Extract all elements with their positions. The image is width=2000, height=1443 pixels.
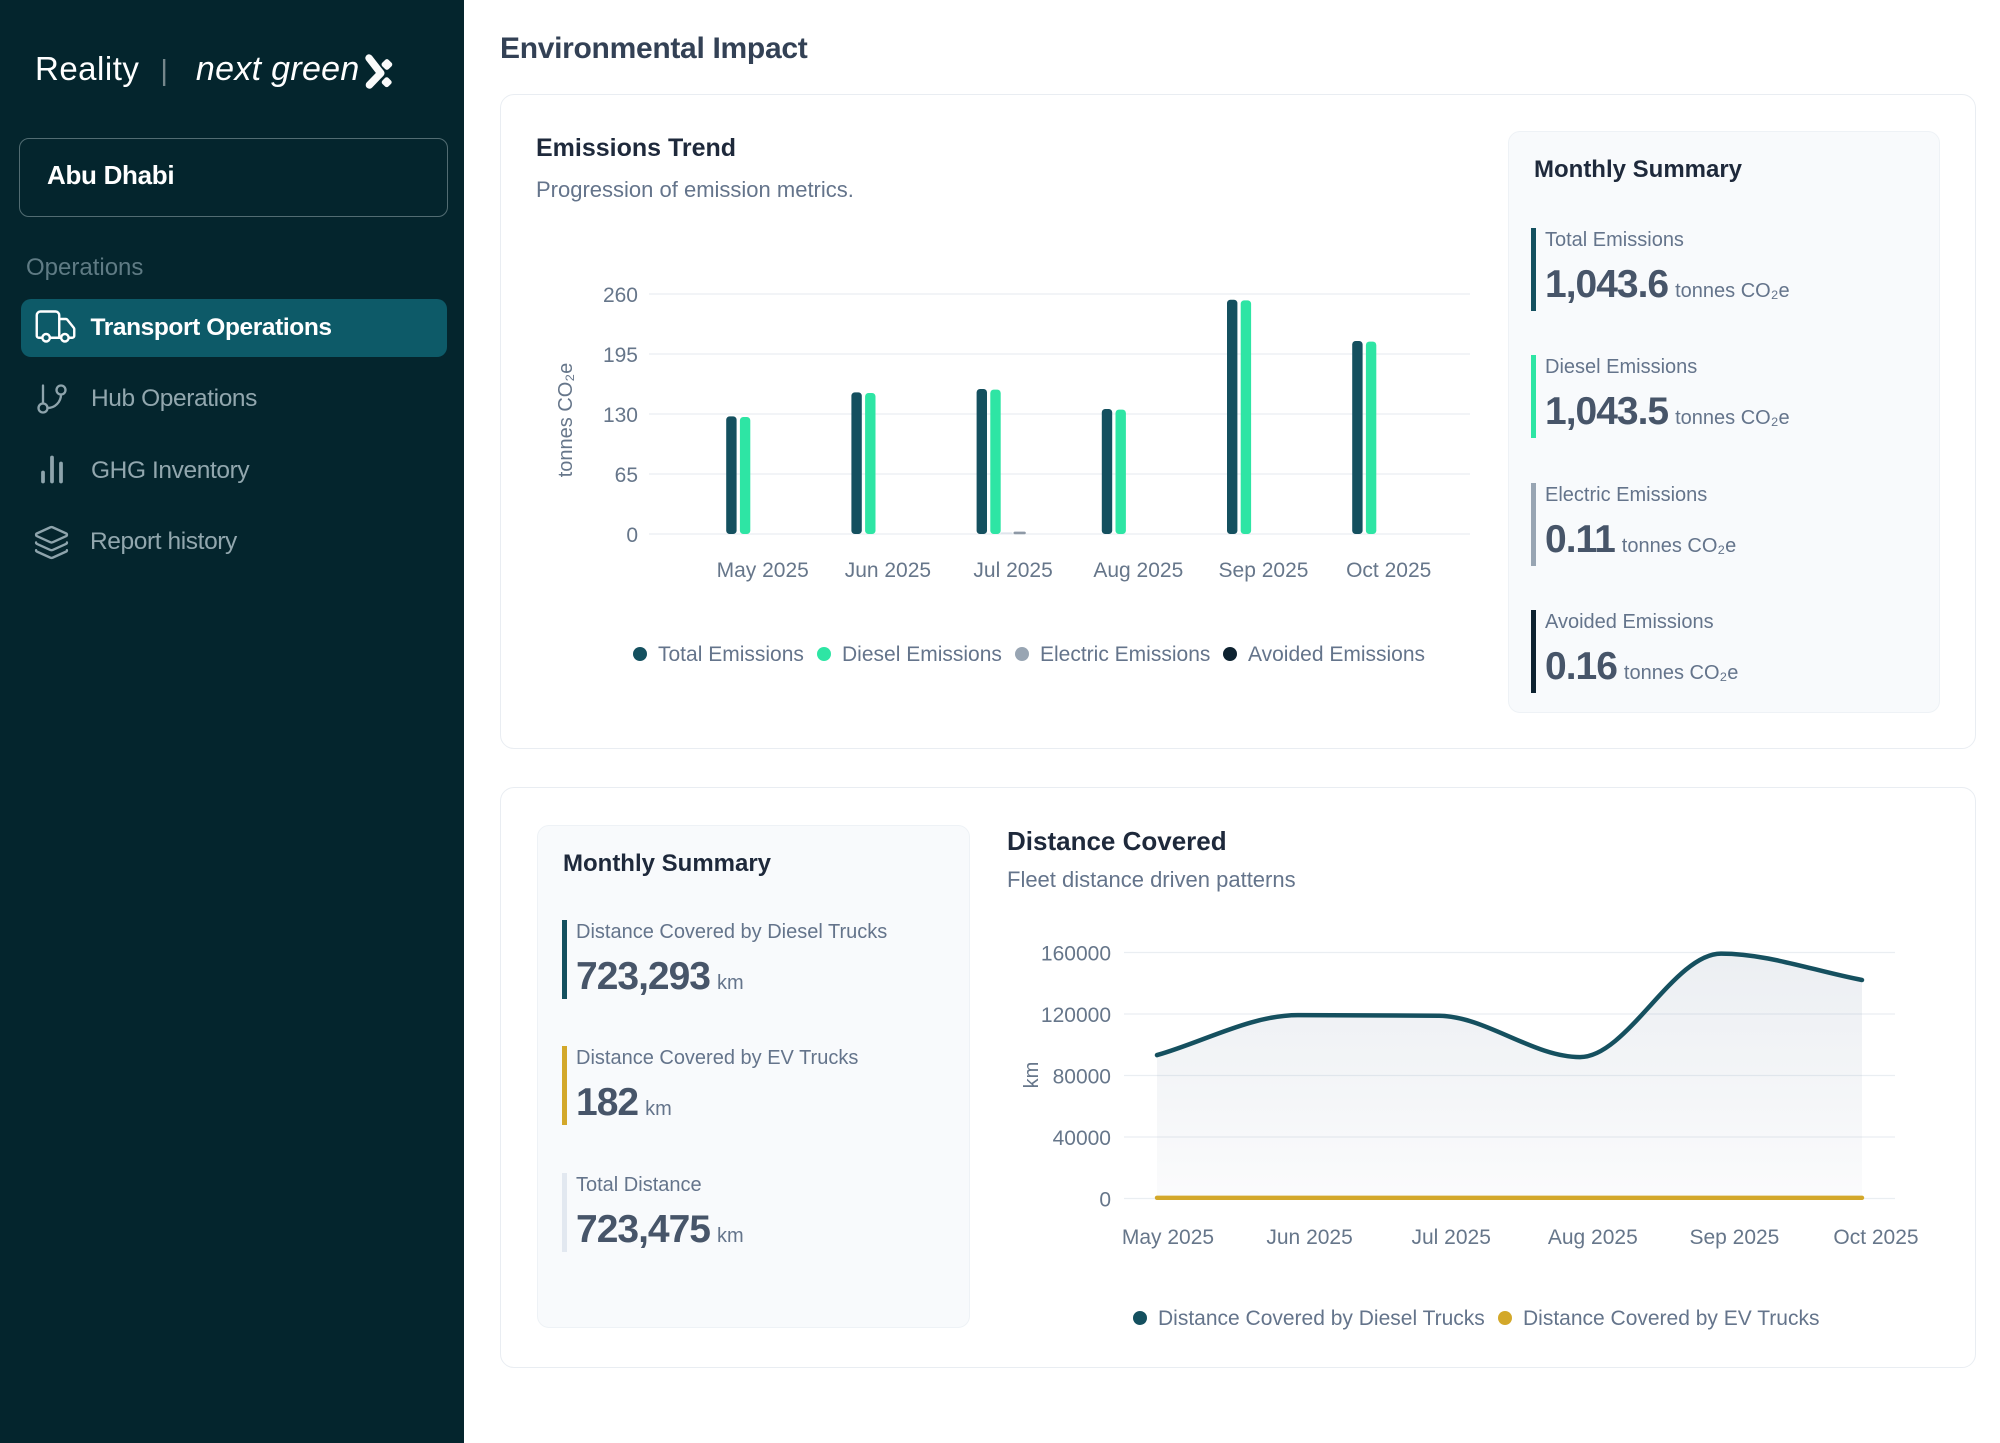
svg-text:195: 195 bbox=[603, 344, 638, 367]
svg-text:Jul 2025: Jul 2025 bbox=[973, 559, 1052, 582]
svg-text:Avoided Emissions: Avoided Emissions bbox=[1248, 643, 1425, 666]
svg-text:160000: 160000 bbox=[1041, 943, 1111, 966]
svg-text:65: 65 bbox=[615, 464, 638, 487]
svg-text:Oct 2025: Oct 2025 bbox=[1346, 559, 1431, 582]
svg-text:Sep 2025: Sep 2025 bbox=[1689, 1226, 1779, 1249]
svg-text:Oct 2025: Oct 2025 bbox=[1833, 1226, 1918, 1249]
svg-text:km: km bbox=[1021, 1062, 1043, 1089]
svg-text:Aug 2025: Aug 2025 bbox=[1093, 559, 1183, 582]
svg-text:Jul 2025: Jul 2025 bbox=[1411, 1226, 1490, 1249]
svg-text:May 2025: May 2025 bbox=[717, 559, 809, 582]
svg-text:0: 0 bbox=[626, 524, 638, 547]
svg-text:80000: 80000 bbox=[1053, 1066, 1111, 1089]
svg-text:Total Emissions: Total Emissions bbox=[658, 643, 804, 666]
svg-text:Jun 2025: Jun 2025 bbox=[845, 559, 931, 582]
svg-text:130: 130 bbox=[603, 404, 638, 427]
svg-text:Diesel Emissions: Diesel Emissions bbox=[842, 643, 1002, 666]
svg-text:Jun 2025: Jun 2025 bbox=[1266, 1226, 1352, 1249]
svg-text:260: 260 bbox=[603, 284, 638, 307]
svg-text:May 2025: May 2025 bbox=[1122, 1226, 1214, 1249]
svg-text:Electric Emissions: Electric Emissions bbox=[1040, 643, 1210, 666]
svg-text:Sep 2025: Sep 2025 bbox=[1219, 559, 1309, 582]
svg-text:120000: 120000 bbox=[1041, 1004, 1111, 1027]
svg-text:Aug 2025: Aug 2025 bbox=[1548, 1226, 1638, 1249]
svg-text:tonnes CO₂e: tonnes CO₂e bbox=[555, 363, 577, 478]
svg-text:Distance Covered by Diesel Tru: Distance Covered by Diesel Trucks bbox=[1158, 1307, 1485, 1330]
svg-text:0: 0 bbox=[1099, 1189, 1111, 1212]
svg-text:40000: 40000 bbox=[1053, 1127, 1111, 1150]
svg-text:Distance Covered by EV Trucks: Distance Covered by EV Trucks bbox=[1523, 1307, 1819, 1330]
